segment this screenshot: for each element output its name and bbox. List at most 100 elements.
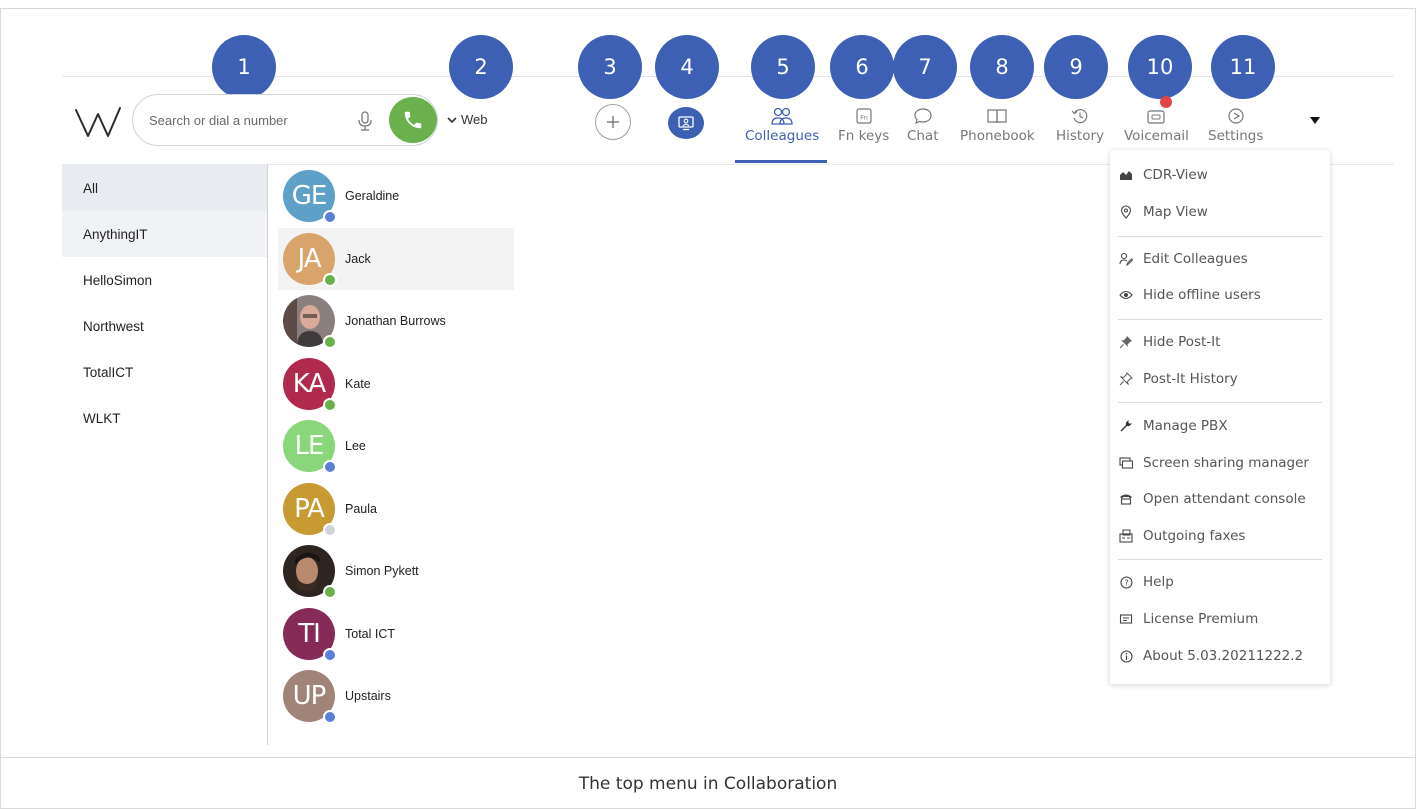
sidebar-item-label: TotalICT <box>83 364 134 380</box>
list-item[interactable]: GE Geraldine <box>278 165 514 228</box>
presence-dot <box>323 647 337 662</box>
license-icon <box>1119 612 1133 626</box>
phone-icon <box>404 111 422 129</box>
pin-icon <box>1119 335 1133 349</box>
menu-item-manage-pbx[interactable]: Manage PBX <box>1110 408 1330 444</box>
menu-item-map-view[interactable]: Map View <box>1110 194 1330 230</box>
screen-share-icon <box>1119 456 1133 470</box>
menu-item-license-premium[interactable]: License Premium <box>1110 601 1330 637</box>
menu-item-edit-colleagues[interactable]: Edit Colleagues <box>1110 241 1330 277</box>
list-item[interactable]: JA Jack <box>278 227 514 290</box>
contact-name: Geraldine <box>345 189 400 204</box>
add-button[interactable] <box>595 104 631 140</box>
sidebar-item-hellosimon[interactable]: HelloSimon <box>62 257 267 303</box>
menu-item-help[interactable]: ? Help <box>1110 564 1330 600</box>
edit-user-icon <box>1119 252 1133 266</box>
list-item[interactable]: TI Total ICT <box>278 603 514 666</box>
help-icon: ? <box>1119 575 1133 589</box>
contact-name: Total ICT <box>345 626 396 641</box>
sidebar-item-label: AnythingIT <box>83 226 148 242</box>
pin-outline-icon <box>1119 372 1133 386</box>
avatar: KA <box>283 357 337 412</box>
sidebar-item-northwest[interactable]: Northwest <box>62 303 267 349</box>
eye-icon <box>1119 288 1133 302</box>
contact-name: Jack <box>345 251 371 266</box>
settings-icon <box>1226 100 1246 126</box>
info-icon <box>1119 649 1133 663</box>
app-logo <box>74 104 122 140</box>
figure-caption: The top menu in Collaboration <box>0 757 1416 809</box>
list-item[interactable]: Jonathan Burrows <box>278 290 514 353</box>
screen-share-button[interactable] <box>668 107 704 139</box>
contact-name: Paula <box>345 501 377 516</box>
callout-7: 7 <box>893 35 957 99</box>
tab-settings-label: Settings <box>1208 128 1264 144</box>
tab-chat[interactable]: Chat <box>907 100 939 162</box>
tab-phonebook-label: Phonebook <box>960 128 1035 144</box>
menu-item-post-it-history[interactable]: Post-It History <box>1110 361 1330 397</box>
svg-text:?: ? <box>1124 578 1128 587</box>
menu-item-outgoing-faxes[interactable]: Outgoing faxes <box>1110 518 1330 554</box>
sidebar-item-all[interactable]: All <box>62 165 267 211</box>
contact-name: Jonathan Burrows <box>345 314 446 329</box>
presence-dot <box>323 710 337 725</box>
list-item[interactable]: Simon Pykett <box>278 540 514 603</box>
sidebar-item-label: All <box>83 180 99 196</box>
callout-2: 2 <box>449 35 513 99</box>
monitor-user-icon <box>678 116 694 131</box>
tab-fn-keys[interactable]: Fn Fn keys <box>838 100 889 162</box>
list-item[interactable]: LE Lee <box>278 415 514 478</box>
people-icon <box>770 100 794 126</box>
tab-colleagues-label: Colleagues <box>745 128 820 144</box>
call-button[interactable] <box>389 97 437 143</box>
phone-console-icon <box>1119 492 1133 506</box>
callout-6: 6 <box>830 35 894 99</box>
menu-divider <box>1118 402 1322 403</box>
microphone-icon[interactable] <box>357 111 373 131</box>
fax-icon <box>1119 529 1133 543</box>
search-box[interactable] <box>132 94 438 146</box>
voicemail-badge <box>1160 96 1173 108</box>
sidebar-item-totalict[interactable]: TotalICT <box>62 349 267 395</box>
avatar-photo <box>283 295 337 350</box>
sidebar-item-wlkt[interactable]: WLKT <box>62 395 267 441</box>
menu-divider <box>1118 236 1322 237</box>
presence-dot <box>323 335 337 350</box>
search-input[interactable] <box>149 109 349 131</box>
avatar: TI <box>283 607 337 662</box>
list-item[interactable]: PA Paula <box>278 478 514 541</box>
avatar: LE <box>283 420 337 475</box>
presence-dot <box>323 522 337 537</box>
tab-history-label: History <box>1056 128 1105 144</box>
sidebar-item-label: WLKT <box>83 410 121 426</box>
sidebar-item-label: HelloSimon <box>83 272 153 288</box>
presence-dot <box>323 397 337 412</box>
menu-item-cdr-view[interactable]: CDR-View <box>1110 157 1330 193</box>
avatar: PA <box>283 482 337 537</box>
menu-item-about[interactable]: About 5.03.20211222.2 <box>1110 638 1330 674</box>
callout-10: 10 <box>1128 35 1192 99</box>
menu-item-screen-sharing-manager[interactable]: Screen sharing manager <box>1110 445 1330 481</box>
presence-dot <box>323 272 337 287</box>
presence-dot <box>323 460 337 475</box>
sidebar-item-anythingit[interactable]: AnythingIT <box>62 211 267 257</box>
menu-item-hide-offline-users[interactable]: Hide offline users <box>1110 277 1330 313</box>
tab-colleagues[interactable]: Colleagues <box>745 100 819 162</box>
contact-name: Upstairs <box>345 689 391 704</box>
menu-item-hide-post-it[interactable]: Hide Post-It <box>1110 324 1330 360</box>
list-item[interactable]: KA Kate <box>278 353 514 416</box>
group-sidebar: All AnythingIT HelloSimon Northwest Tota… <box>62 165 268 745</box>
avatar: GE <box>283 170 337 225</box>
more-menu-toggle-icon[interactable] <box>1310 117 1320 124</box>
web-selector[interactable]: Web <box>447 112 488 127</box>
book-icon <box>986 100 1008 126</box>
tab-history[interactable]: History <box>1056 100 1104 162</box>
tab-phonebook[interactable]: Phonebook <box>960 100 1035 162</box>
avatar: UP <box>283 670 337 725</box>
voicemail-icon <box>1145 96 1173 126</box>
list-item[interactable]: UP Upstairs <box>278 665 514 728</box>
menu-item-open-attendant-console[interactable]: Open attendant console <box>1110 481 1330 517</box>
avatar-photo <box>283 545 337 600</box>
sidebar-item-label: Northwest <box>83 318 144 334</box>
contact-name: Simon Pykett <box>345 564 419 579</box>
